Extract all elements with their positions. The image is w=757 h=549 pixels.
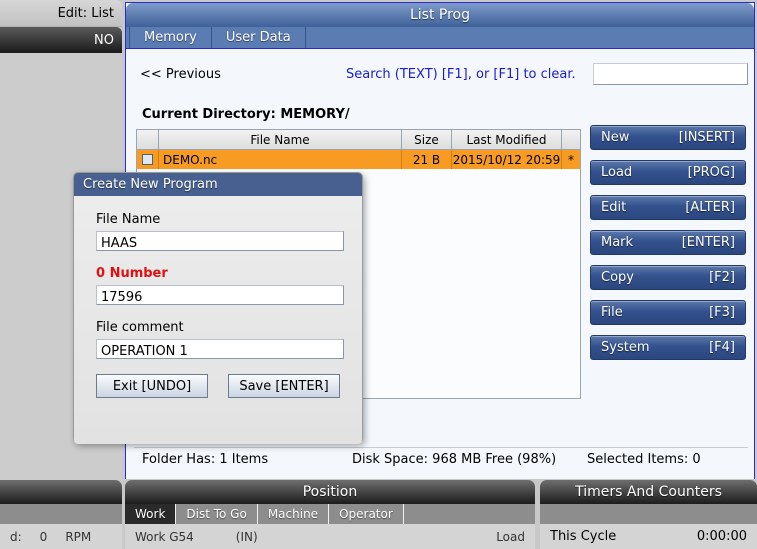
load-button[interactable]: Load [PROG]: [590, 160, 746, 185]
tab-user-data[interactable]: User Data: [212, 27, 306, 48]
window-title: List Prog: [126, 3, 754, 27]
load-button-label: Load: [601, 165, 633, 180]
current-directory-label: Current Directory: MEMORY/: [142, 107, 350, 122]
spindle-panel: d: 0 RPM: [0, 480, 122, 549]
file-button-label: File: [601, 305, 623, 320]
position-row: Work G54 (IN) Load: [125, 524, 535, 549]
column-header-filename[interactable]: File Name: [159, 130, 402, 150]
copy-button-key: [F2]: [709, 270, 735, 285]
file-button[interactable]: File [F3]: [590, 300, 746, 325]
o-number-label: 0 Number: [96, 266, 168, 281]
search-input-wrapper[interactable]: [593, 63, 748, 86]
status-selected-items: Selected Items: 0: [587, 452, 701, 467]
timers-row-this-cycle: This Cycle 0:00:00: [540, 524, 757, 549]
spindle-label: d:: [10, 529, 22, 544]
checkbox-icon[interactable]: [142, 154, 153, 165]
column-header-checkbox: [137, 130, 159, 150]
row-size: 21 B: [402, 150, 452, 169]
spindle-unit: RPM: [65, 529, 92, 544]
file-button-key: [F3]: [709, 305, 735, 320]
load-button-key: [PROG]: [687, 165, 735, 180]
position-panel-title: Position: [125, 480, 535, 504]
timers-and-counters-panel: Timers And Counters This Cycle 0:00:00: [540, 480, 757, 549]
search-row: << Previous Search (TEXT) [F1], or [F1] …: [126, 63, 754, 91]
system-button-key: [F4]: [709, 340, 735, 355]
file-name-field[interactable]: [97, 234, 343, 253]
position-panel: Position Work Dist To Go Machine Operato…: [125, 480, 535, 549]
copy-button-label: Copy: [601, 270, 634, 285]
search-hint-text: Search (TEXT) [F1], or [F1] to clear.: [346, 67, 576, 82]
file-comment-label: File comment: [96, 320, 184, 335]
spindle-panel-subbar: [0, 504, 122, 524]
file-table-header: File Name Size Last Modified: [137, 130, 580, 150]
create-new-program-dialog: Create New Program File Name 0 Number Fi…: [73, 172, 363, 444]
column-header-flag: [562, 130, 580, 150]
file-comment-field-wrapper[interactable]: [96, 339, 344, 361]
edit-button[interactable]: Edit [ALTER]: [590, 195, 746, 220]
edit-button-key: [ALTER]: [685, 200, 735, 215]
file-name-label: File Name: [96, 212, 161, 227]
row-flag: *: [568, 152, 574, 167]
system-button[interactable]: System [F4]: [590, 335, 746, 360]
file-name-field-wrapper[interactable]: [96, 231, 344, 253]
timers-panel-title: Timers And Counters: [540, 480, 757, 504]
dialog-title: Create New Program: [74, 173, 362, 196]
alarm-status-indicator: NO: [0, 27, 122, 53]
spindle-speed-row: d: 0 RPM: [0, 524, 122, 549]
system-button-label: System: [601, 340, 650, 355]
tab-operator[interactable]: Operator: [329, 504, 404, 524]
dialog-body: File Name 0 Number File comment Exit [UN…: [74, 196, 362, 444]
previous-link[interactable]: << Previous: [140, 67, 221, 82]
timers-panel-subbar: [540, 504, 757, 524]
position-work-offset: Work G54: [135, 529, 194, 544]
tab-work[interactable]: Work: [125, 504, 177, 524]
action-button-column: New [INSERT] Load [PROG] Edit [ALTER] Ma…: [590, 125, 746, 370]
mode-indicator: Edit: List: [0, 0, 122, 27]
tab-machine[interactable]: Machine: [257, 504, 330, 524]
edit-button-label: Edit: [601, 200, 627, 215]
this-cycle-value: 0:00:00: [696, 529, 747, 544]
new-button-label: New: [601, 130, 630, 145]
mark-button[interactable]: Mark [ENTER]: [590, 230, 746, 255]
window-tab-bar: Memory User Data: [126, 27, 754, 49]
table-row[interactable]: DEMO.nc 21 B 2015/10/12 20:59 *: [137, 150, 580, 169]
mark-button-label: Mark: [601, 235, 634, 250]
tab-memory[interactable]: Memory: [129, 27, 212, 48]
o-number-field[interactable]: [97, 288, 343, 307]
position-units: (IN): [235, 529, 258, 544]
tab-dist-to-go[interactable]: Dist To Go: [176, 504, 258, 524]
status-folder-count: Folder Has: 1 Items: [142, 452, 269, 467]
status-disk-space: Disk Space: 968 MB Free (98%): [352, 452, 557, 467]
position-load-label: Load: [496, 529, 525, 544]
status-bar: Folder Has: 1 Items Disk Space: 968 MB F…: [134, 447, 748, 471]
mark-button-key: [ENTER]: [681, 235, 735, 250]
dialog-button-row: Exit [UNDO] Save [ENTER]: [96, 374, 340, 398]
new-button-key: [INSERT]: [678, 130, 735, 145]
spindle-value: 0: [39, 529, 48, 544]
search-input[interactable]: [594, 65, 747, 86]
row-filename[interactable]: DEMO.nc: [159, 150, 402, 169]
save-button[interactable]: Save [ENTER]: [228, 374, 340, 398]
row-checkbox-cell[interactable]: [137, 150, 159, 169]
o-number-field-wrapper[interactable]: [96, 285, 344, 307]
column-header-size[interactable]: Size: [402, 130, 452, 150]
row-last-modified: 2015/10/12 20:59: [452, 150, 562, 169]
new-button[interactable]: New [INSERT]: [590, 125, 746, 150]
this-cycle-label: This Cycle: [550, 529, 617, 544]
file-comment-field[interactable]: [97, 342, 343, 361]
position-row-left: Work G54 (IN): [135, 530, 258, 544]
position-tab-bar: Work Dist To Go Machine Operator: [125, 504, 535, 524]
column-header-last-modified[interactable]: Last Modified: [452, 130, 562, 150]
spindle-panel-header: [0, 480, 122, 504]
copy-button[interactable]: Copy [F2]: [590, 265, 746, 290]
exit-button[interactable]: Exit [UNDO]: [96, 374, 208, 398]
